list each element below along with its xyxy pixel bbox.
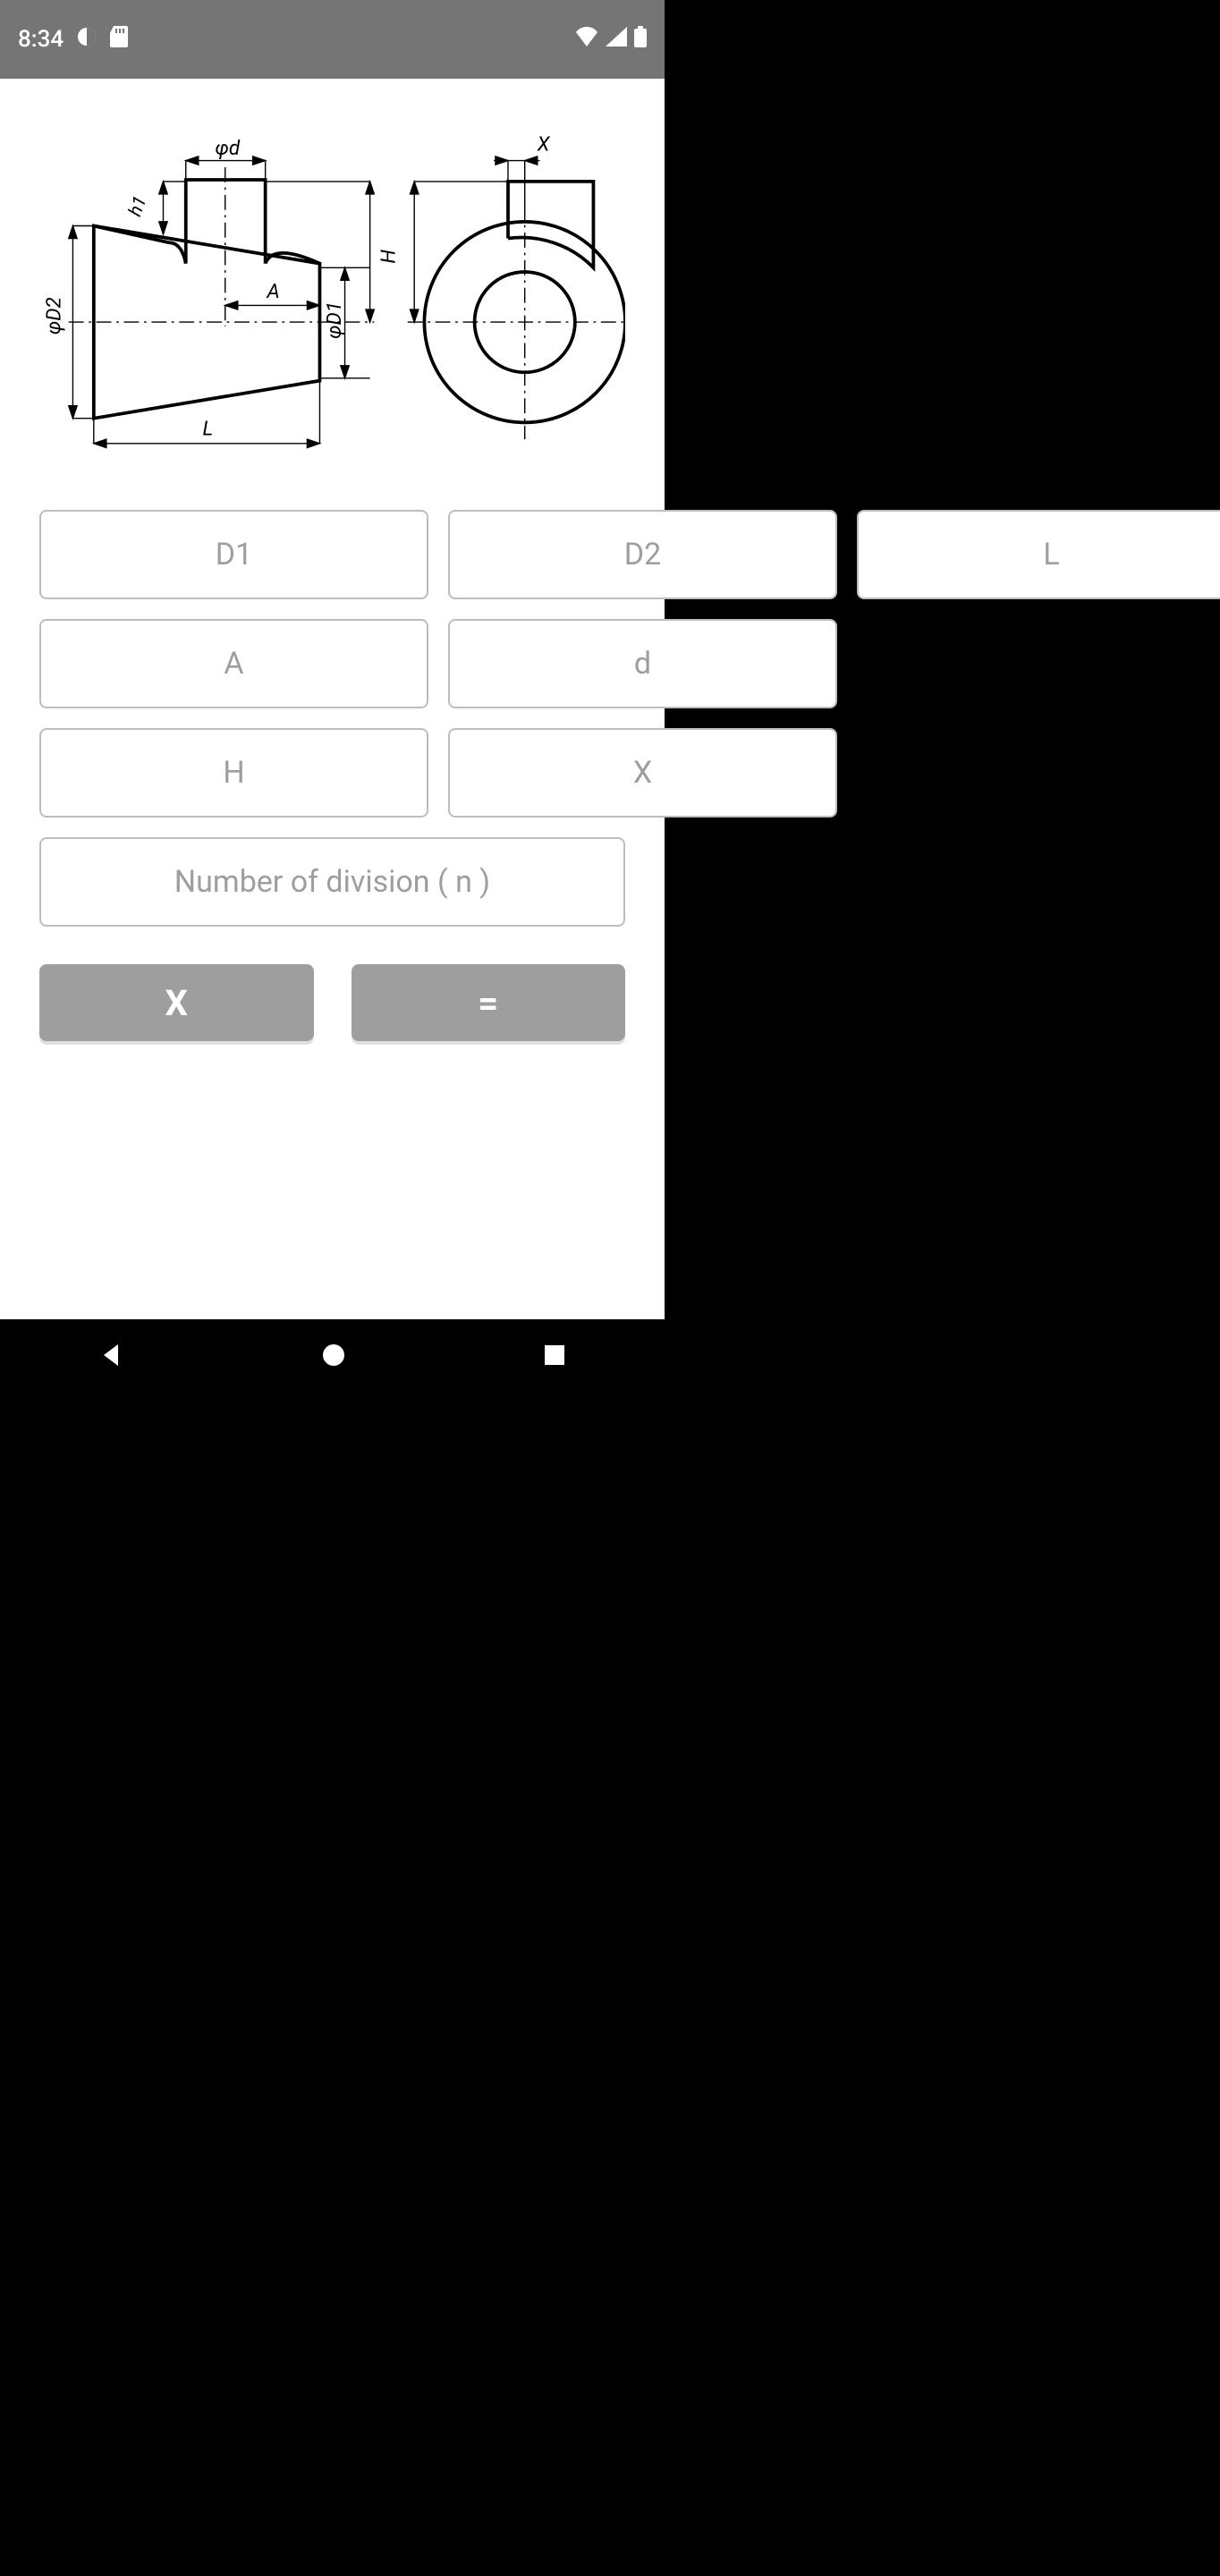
clock: 8:34 <box>18 26 64 53</box>
input-d1[interactable] <box>39 510 428 599</box>
svg-text:L: L <box>202 417 213 440</box>
sd-card-icon <box>110 26 128 54</box>
input-x[interactable] <box>448 728 837 818</box>
input-h[interactable] <box>39 728 428 818</box>
technical-diagram: φD2 φD1 H φd h1 A L <box>39 106 625 490</box>
svg-text:H: H <box>377 250 401 264</box>
input-l[interactable] <box>857 510 1220 599</box>
home-icon[interactable] <box>321 1343 346 1371</box>
status-right <box>575 26 647 54</box>
svg-text:X: X <box>537 132 551 156</box>
svg-text:φD2: φD2 <box>42 297 65 335</box>
wifi-icon <box>575 26 598 53</box>
battery-icon <box>634 26 647 54</box>
app-icon-1 <box>76 26 97 54</box>
signal-icon <box>606 26 627 53</box>
svg-text:φD1: φD1 <box>323 301 346 339</box>
status-bar: 8:34 <box>0 0 665 79</box>
input-a[interactable] <box>39 619 428 708</box>
input-n[interactable] <box>39 837 625 927</box>
android-nav-bar <box>0 1319 665 1394</box>
input-d-small[interactable] <box>448 619 837 708</box>
svg-text:A: A <box>267 280 280 303</box>
clear-button-label: X <box>165 982 188 1024</box>
svg-text:h1: h1 <box>124 193 151 219</box>
clear-button[interactable]: X <box>39 964 314 1041</box>
calculate-button-label: = <box>478 982 498 1024</box>
input-d2[interactable] <box>448 510 837 599</box>
svg-text:φd: φd <box>215 137 240 160</box>
calculate-button[interactable]: = <box>352 964 626 1041</box>
recent-icon[interactable] <box>543 1343 566 1370</box>
status-left: 8:34 <box>18 26 128 54</box>
back-icon[interactable] <box>98 1342 125 1372</box>
